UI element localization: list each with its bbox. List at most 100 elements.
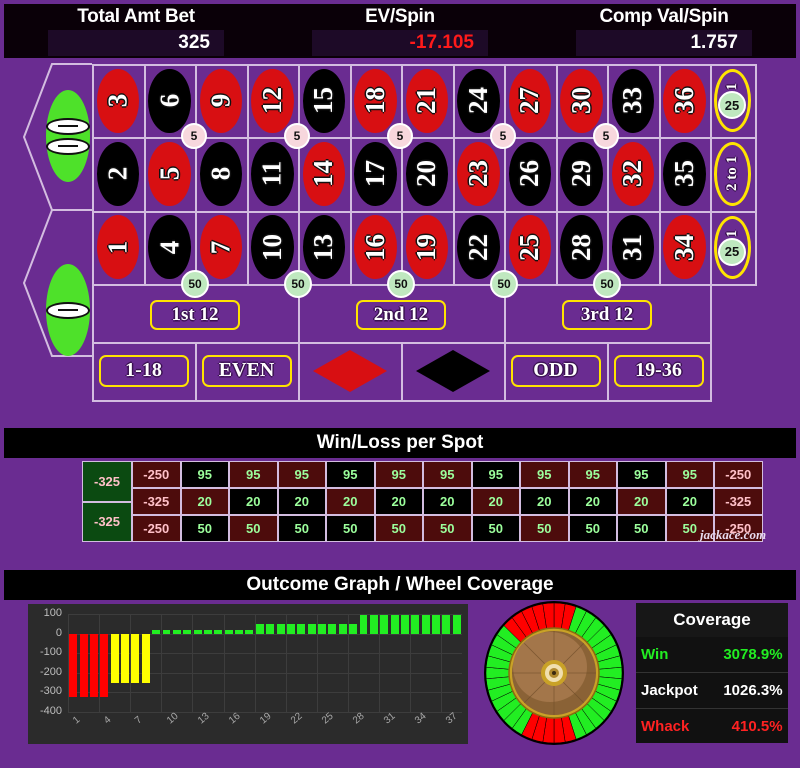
number-cell-7[interactable]: 7 bbox=[199, 215, 242, 280]
number-label: 25 bbox=[514, 233, 545, 261]
stat-0: Total Amt Bet 325 bbox=[4, 4, 268, 58]
street-chip-1[interactable]: 50 bbox=[284, 269, 312, 298]
number-cell-36[interactable]: 36 bbox=[663, 68, 706, 133]
winloss-value: -250 bbox=[725, 467, 752, 482]
winloss-cell: -325 bbox=[714, 488, 763, 515]
number-cell-20[interactable]: 20 bbox=[405, 141, 448, 207]
even-money-label: ODD bbox=[533, 359, 578, 382]
number-cell-29[interactable]: 29 bbox=[560, 141, 603, 207]
street-chip-0[interactable]: 50 bbox=[181, 269, 209, 298]
red-diamond-bet[interactable] bbox=[312, 349, 388, 393]
street-chip-4[interactable]: 50 bbox=[593, 269, 621, 298]
number-cell-2[interactable]: 2 bbox=[96, 141, 139, 207]
number-cell-18[interactable]: 18 bbox=[354, 68, 397, 133]
number-label: 9 bbox=[205, 93, 236, 108]
dozen-bet-2[interactable]: 3rd 12 bbox=[562, 299, 652, 330]
outcome-bar-chart: 100 0 -100 -200 -300 -400 1 4 7 10 13 16 19 22 25 28 31 3… bbox=[28, 604, 468, 744]
number-cell-33[interactable]: 33 bbox=[611, 68, 654, 133]
zero-cell-0[interactable] bbox=[46, 264, 90, 356]
number-cell-22[interactable]: 22 bbox=[457, 215, 500, 280]
number-cell-11[interactable]: 11 bbox=[251, 141, 294, 207]
coverage-title: Coverage bbox=[636, 603, 788, 637]
stat-value-box: 325 bbox=[48, 30, 224, 56]
number-cell-10[interactable]: 10 bbox=[251, 215, 294, 280]
number-cell-26[interactable]: 26 bbox=[508, 141, 551, 207]
y-gridline bbox=[68, 692, 462, 694]
chip-column-2[interactable]: 25 bbox=[718, 237, 746, 266]
street-chip-3[interactable]: 50 bbox=[490, 269, 518, 298]
number-cell-28[interactable]: 28 bbox=[560, 215, 603, 280]
number-cell-14[interactable]: 14 bbox=[302, 141, 345, 207]
chart-bar bbox=[442, 614, 451, 634]
number-cell-34[interactable]: 34 bbox=[663, 215, 706, 280]
number-label: 3 bbox=[102, 93, 133, 108]
coverage-pct: 10.5% bbox=[740, 718, 783, 735]
winloss-value: 20 bbox=[391, 494, 406, 509]
number-cell-17[interactable]: 17 bbox=[354, 141, 397, 207]
number-cell-25[interactable]: 25 bbox=[508, 215, 551, 280]
number-cell-12[interactable]: 12 bbox=[251, 68, 294, 133]
chart-bar bbox=[193, 629, 202, 634]
number-cell-6[interactable]: 6 bbox=[148, 68, 191, 133]
number-label: 33 bbox=[617, 87, 648, 115]
coverage-name: Win bbox=[641, 646, 669, 663]
number-cell-23[interactable]: 23 bbox=[457, 141, 500, 207]
x-axis-tick: 22 bbox=[288, 710, 305, 727]
number-label: 23 bbox=[462, 160, 493, 188]
number-cell-8[interactable]: 8 bbox=[199, 141, 242, 207]
even-money-bet-4[interactable]: ODD bbox=[510, 354, 601, 387]
even-money-bet-0[interactable]: 1-18 bbox=[98, 354, 189, 387]
stat-value-box: 1.757 bbox=[576, 30, 752, 56]
chart-bar bbox=[390, 614, 399, 634]
winloss-value: 95 bbox=[537, 467, 552, 482]
chart-bar bbox=[100, 633, 109, 698]
chart-bar bbox=[110, 633, 119, 683]
winloss-value: 50 bbox=[634, 521, 649, 536]
winloss-cell: 20 bbox=[423, 488, 472, 515]
number-cell-4[interactable]: 4 bbox=[148, 215, 191, 280]
x-axis-tick: 25 bbox=[320, 710, 336, 727]
coverage-name: Whack bbox=[641, 718, 690, 735]
even-money-label: EVEN bbox=[218, 359, 275, 382]
number-cell-16[interactable]: 16 bbox=[354, 215, 397, 280]
chip-column-0[interactable]: 25 bbox=[718, 91, 746, 119]
even-money-bet-1[interactable]: EVEN bbox=[201, 354, 292, 387]
roulette-board[interactable]: 3 6 9 12 15 18 21 24 27 30 33 36 2 5 8 11 14 17 20 23 26 29 32… bbox=[0, 62, 800, 402]
number-label: 32 bbox=[617, 160, 648, 188]
number-cell-24[interactable]: 24 bbox=[457, 68, 500, 133]
number-cell-15[interactable]: 15 bbox=[302, 68, 345, 133]
number-cell-30[interactable]: 30 bbox=[560, 68, 603, 133]
number-cell-5[interactable]: 5 bbox=[148, 141, 191, 207]
street-chip-2[interactable]: 50 bbox=[387, 269, 415, 298]
winloss-value: 50 bbox=[343, 521, 358, 536]
number-cell-31[interactable]: 31 bbox=[611, 215, 654, 280]
number-cell-13[interactable]: 13 bbox=[302, 215, 345, 280]
black-diamond-bet[interactable] bbox=[415, 349, 491, 393]
number-label: 14 bbox=[308, 160, 339, 188]
zero-glyph bbox=[46, 301, 90, 319]
number-cell-35[interactable]: 35 bbox=[663, 141, 706, 207]
winloss-value: 20 bbox=[537, 494, 552, 509]
number-cell-1[interactable]: 1 bbox=[96, 215, 139, 280]
number-label: 2 bbox=[102, 167, 133, 181]
winloss-value: -325 bbox=[143, 494, 170, 509]
chart-bar bbox=[432, 614, 441, 634]
number-cell-27[interactable]: 27 bbox=[508, 68, 551, 133]
gridline-v bbox=[607, 64, 609, 284]
number-cell-32[interactable]: 32 bbox=[611, 141, 654, 207]
even-money-bet-5[interactable]: 19-36 bbox=[613, 354, 704, 387]
dozen-bet-1[interactable]: 2nd 12 bbox=[356, 299, 446, 330]
number-cell-3[interactable]: 3 bbox=[96, 68, 139, 133]
winloss-zero-cell-0: -325 bbox=[82, 461, 132, 502]
zero-cell-00[interactable] bbox=[46, 90, 90, 182]
winloss-value: 20 bbox=[294, 494, 309, 509]
number-cell-19[interactable]: 19 bbox=[405, 215, 448, 280]
winloss-value: 50 bbox=[391, 521, 406, 536]
number-cell-9[interactable]: 9 bbox=[199, 68, 242, 133]
number-label: 30 bbox=[565, 87, 596, 115]
dozen-bet-0[interactable]: 1st 12 bbox=[150, 299, 240, 330]
column-bet-1[interactable]: 2 to 1 bbox=[714, 142, 751, 206]
number-label: 27 bbox=[514, 87, 545, 115]
number-label: 5 bbox=[153, 167, 184, 181]
number-cell-21[interactable]: 21 bbox=[405, 68, 448, 133]
